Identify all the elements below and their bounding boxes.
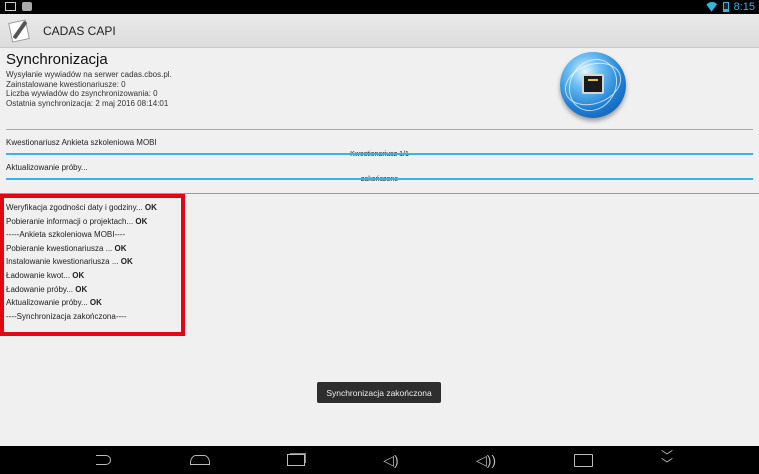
app-icon[interactable] [7,18,33,44]
status-bar-notifications [5,2,32,11]
page-title: Synchronizacja [6,51,108,68]
info-line: Liczba wywiadów do zsynchronizowania: 0 [6,89,158,98]
volume-down-icon[interactable]: ◁) [380,452,402,468]
home-icon[interactable] [189,452,211,468]
back-icon[interactable] [92,452,114,468]
sync-log: Weryfikacja zgodności daty i godziny... … [6,201,157,323]
gallery-icon [5,2,16,11]
sample-progress-bar [6,178,753,180]
questionnaire-label: Kwestionariusz Ankieta szkoleniowa MOBI [6,138,157,147]
network-globe-icon [558,50,628,120]
log-line: Aktualizowanie próby... OK [6,298,102,308]
action-bar: CADAS CAPI [0,14,759,48]
status-bar: 8:15 [0,0,759,14]
log-line: ----Synchronizacja zakończona---- [6,311,127,321]
divider [6,129,753,130]
info-line: Wysyłanie wywiadów na serwer cadas.cbos.… [6,70,172,79]
toast-message: Synchronizacja zakończona [317,382,441,403]
volume-up-icon[interactable]: ◁)) [475,452,497,468]
log-line: Ładowanie próby... OK [6,284,88,294]
clock: 8:15 [733,1,755,13]
log-line: Instalowanie kwestionariusza ... OK [6,257,133,267]
info-line: Zainstalowane kwestionariusze: 0 [6,79,126,89]
sync-info: Wysyłanie wywiadów na serwer cadas.cbos.… [6,70,172,108]
log-line: Pobieranie kwestionariusza ... OK [6,243,127,253]
log-line: Ładowanie kwot... OK [6,270,85,280]
wifi-icon [706,2,718,12]
screenshot-icon[interactable] [572,452,594,468]
info-line: Ostatnia synchronizacja: 2 maj 2016 08:1… [6,98,169,108]
recent-apps-icon[interactable] [285,452,307,468]
app-title: CADAS CAPI [43,23,116,38]
navigation-bar: ◁) ◁)) ﹀ ﹀ [0,446,759,474]
battery-icon [722,2,729,12]
camera-icon [22,2,32,11]
status-bar-system: 8:15 [706,0,755,14]
collapse-icon[interactable]: ﹀ ﹀ [656,450,678,470]
log-line: -----Ankieta szkoleniowa MOBI---- [6,230,126,240]
log-line: Pobieranie informacji o projektach... OK [6,216,148,226]
sample-label: Aktualizowanie próby... [6,163,88,172]
log-line: Weryfikacja zgodności daty i godziny... … [6,203,157,212]
questionnaire-progress-bar [6,153,753,155]
